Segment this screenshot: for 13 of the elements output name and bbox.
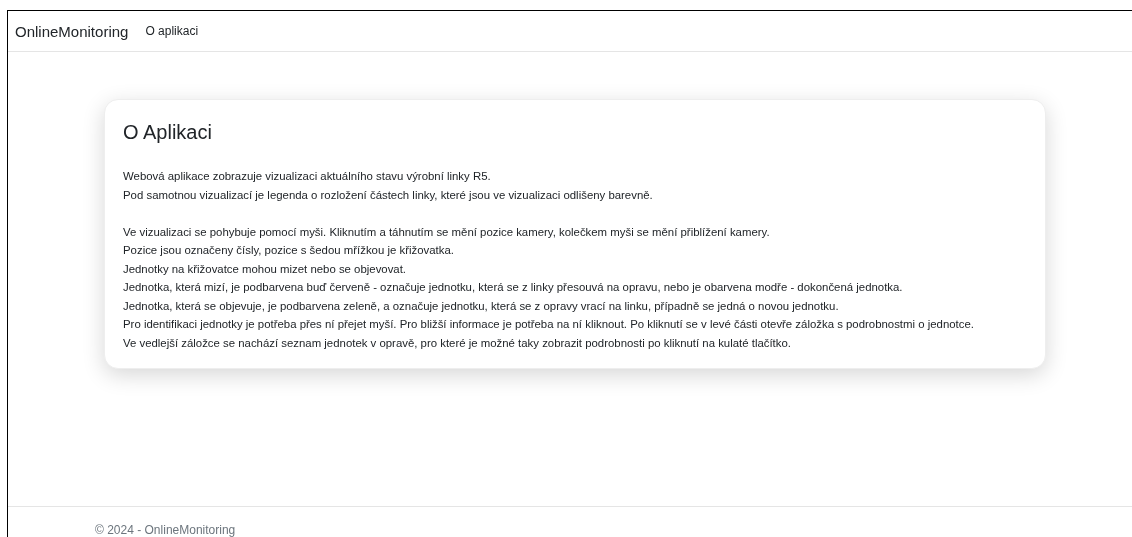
page-heading: O Aplikaci <box>123 121 213 144</box>
text-line: Webová aplikace zobrazuje vizualizaci aktuálního stavu výrobní linky R5. <box>123 169 492 184</box>
text-line: Ve vedlejší záložce se nachází seznam jednotek v opravě, pro které je možné taky zobrazit podrobnosti po kliknutí na kulaté tlačítko. <box>123 335 792 351</box>
text-line: Jednotka, která mizí, je podbarvena buď červeně - označuje jednotku, která se z linky přesouvá na opravu, nebo je obarvena modře - dokončená jednotka. <box>123 280 904 295</box>
text-line: Ve vizualizaci se pohybuje pomocí myši. Kliknutím a táhnutím se mění pozice kamery, kolečkem myši se mění přiblížení kamery. <box>123 224 771 240</box>
text-line: Pro identifikaci jednotky je potřeba přes ní přejet myší. Pro bližší informace je potřeba na ní kliknout. Po kliknutí se v levé části otevře záložka s podrobnostmi o jednotce. <box>123 317 975 332</box>
text-line: Jednotka, která se objevuje, je podbarvena zeleně, a označuje jednotku, která se z opravy vrací na linku, případně se jedná o novou jednotku. <box>123 298 840 314</box>
brand-link[interactable]: OnlineMonitoring <box>15 22 129 40</box>
text-line: Pozice jsou označeny čísly, pozice s šedou mřížkou je křižovatka. <box>123 243 455 258</box>
footer-text: © 2024 - OnlineMonitoring <box>95 523 236 537</box>
text-line: Jednotky na křižovatce mohou mizet nebo se objevovat. <box>123 261 408 277</box>
nav-link[interactable]: O aplikaci <box>145 24 199 38</box>
text-line: Pod samotnou vizualizací je legenda o rozložení částech linky, které jsou ve vizualizaci odlišeny barevně. <box>123 187 654 203</box>
